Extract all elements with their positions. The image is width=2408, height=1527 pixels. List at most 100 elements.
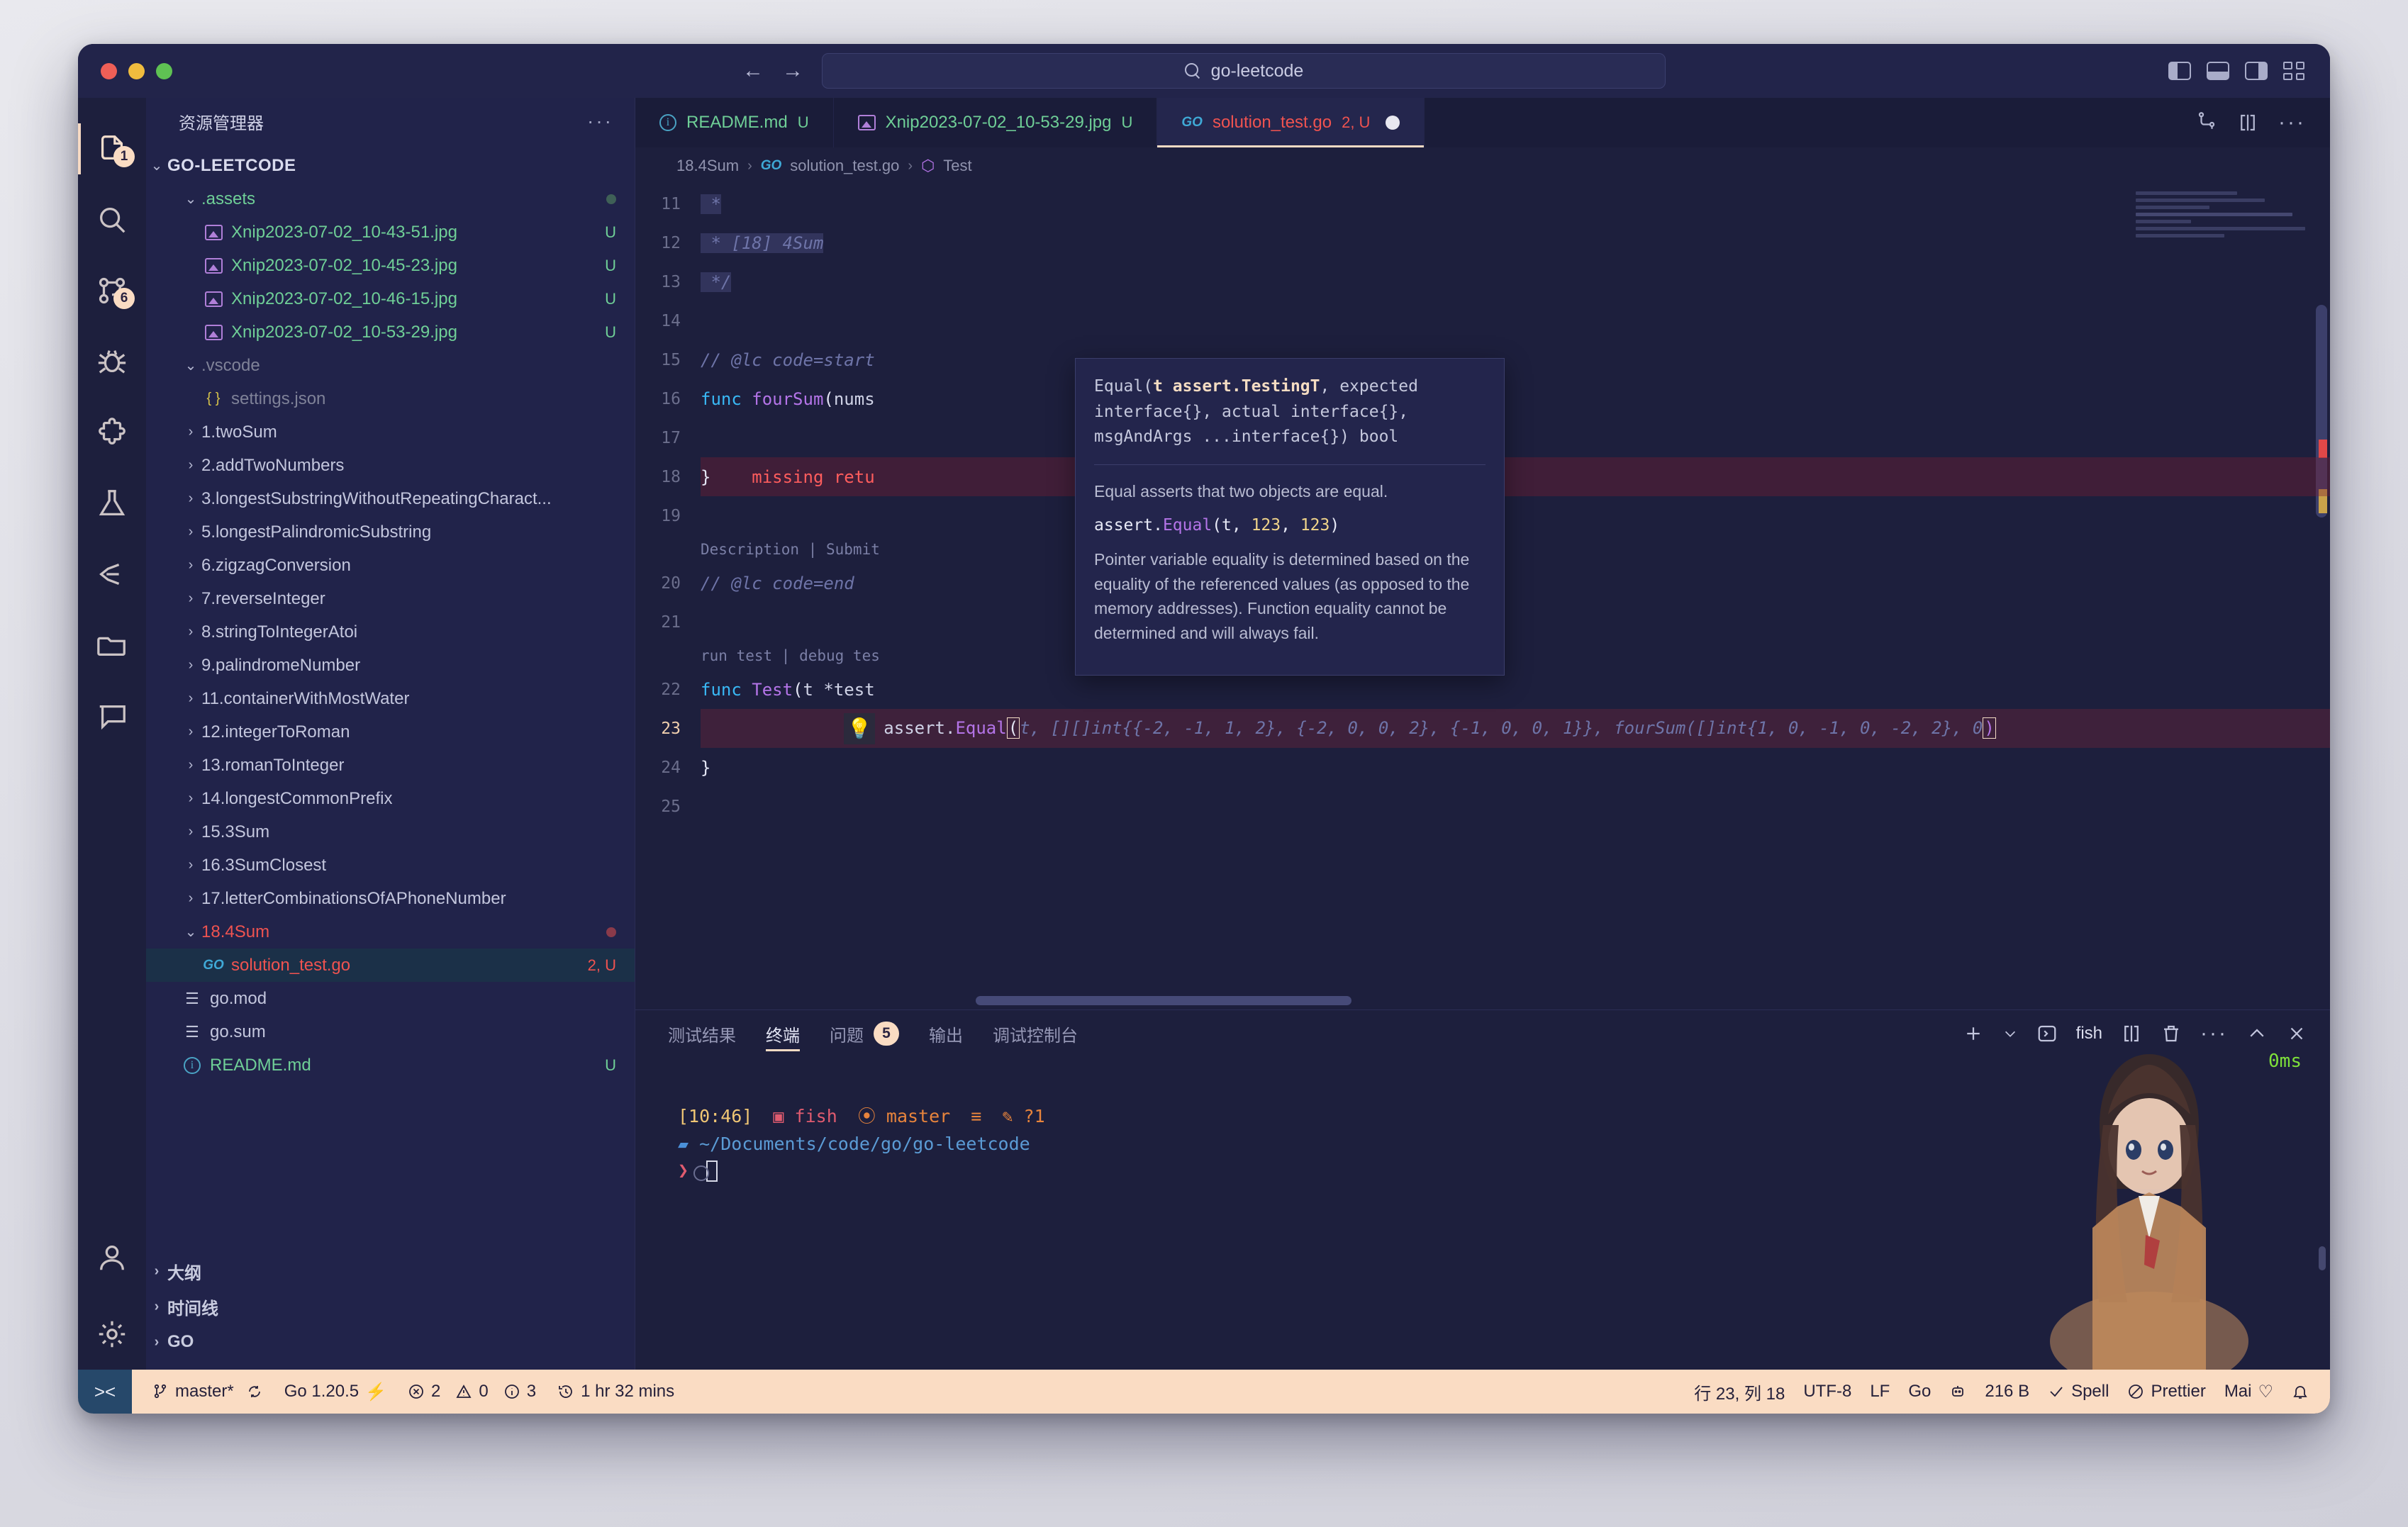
panel-tab-problems[interactable]: 问题 5: [830, 1010, 899, 1057]
tree-item[interactable]: ⌄ .assets: [146, 182, 635, 216]
tab-solution-test-go[interactable]: GO solution_test.go 2, U: [1157, 98, 1425, 147]
tree-item[interactable]: › 15.3Sum: [146, 815, 635, 849]
activity-source-control[interactable]: 6: [78, 255, 146, 326]
command-center-search[interactable]: go-leetcode: [822, 53, 1666, 89]
tree-item[interactable]: i README.md U: [146, 1048, 635, 1082]
tree-item[interactable]: ⌄ 18.4Sum: [146, 915, 635, 949]
tree-item[interactable]: Xnip2023-07-02_10-43-51.jpg U: [146, 216, 635, 249]
activity-search[interactable]: [78, 184, 146, 255]
tree-item[interactable]: GO solution_test.go 2, U: [146, 949, 635, 982]
breadcrumb-folder[interactable]: 18.4Sum: [676, 157, 739, 175]
tree-root[interactable]: ⌄ GO-LEETCODE: [146, 149, 635, 182]
explorer-more-icon[interactable]: ···: [587, 110, 613, 133]
tree-item[interactable]: Xnip2023-07-02_10-45-23.jpg U: [146, 249, 635, 282]
split-editor-icon[interactable]: [2196, 112, 2217, 133]
tree-item[interactable]: › 1.twoSum: [146, 415, 635, 449]
back-icon[interactable]: ←: [742, 59, 764, 83]
status-eol[interactable]: LF: [1870, 1382, 1890, 1402]
terminal-icon[interactable]: [2036, 1023, 2058, 1044]
toggle-panel-icon[interactable]: [2207, 62, 2229, 80]
code-lens-text[interactable]: Description | Submit: [701, 541, 880, 558]
trash-icon[interactable]: [2161, 1023, 2182, 1044]
sidebar-section-go[interactable]: › GO: [146, 1324, 635, 1360]
more-actions-icon[interactable]: ···: [2278, 111, 2306, 135]
status-go-version[interactable]: Go 1.20.5 ⚡: [284, 1382, 386, 1402]
tree-item[interactable]: › 12.integerToRoman: [146, 715, 635, 749]
chevron-up-icon[interactable]: [2246, 1023, 2268, 1044]
tree-item[interactable]: Xnip2023-07-02_10-53-29.jpg U: [146, 315, 635, 349]
sidebar-section-timeline[interactable]: › 时间线: [146, 1289, 635, 1324]
code-editor[interactable]: 11 * 12 * [18] 4Sum 13 */ 14 15 // @lc c…: [635, 184, 2330, 1009]
split-terminal-icon[interactable]: [2121, 1023, 2142, 1044]
status-language[interactable]: Go: [1908, 1382, 1931, 1402]
tree-item[interactable]: ⌄ .vscode: [146, 349, 635, 382]
terminal-output[interactable]: [10:46] ▣ fish ⦿ master ≡ ✎ ?1 ▰ ~/Docum…: [635, 1051, 2330, 1370]
status-encoding[interactable]: UTF-8: [1803, 1382, 1851, 1402]
activity-remote-explorer[interactable]: [78, 610, 146, 681]
sync-icon[interactable]: [246, 1383, 263, 1400]
tree-item[interactable]: › 11.containerWithMostWater: [146, 682, 635, 715]
tree-item[interactable]: › 13.romanToInteger: [146, 749, 635, 782]
tree-item[interactable]: › 16.3SumClosest: [146, 849, 635, 882]
tab-readme[interactable]: i README.md U: [635, 98, 834, 147]
tree-item[interactable]: › 9.palindromeNumber: [146, 649, 635, 682]
activity-extensions[interactable]: [78, 397, 146, 468]
chevron-down-icon[interactable]: [2002, 1023, 2018, 1044]
status-mai[interactable]: Mai ♡: [2224, 1382, 2273, 1402]
status-time-tracker[interactable]: 1 hr 32 mins: [557, 1382, 674, 1402]
maximize-window-button[interactable]: [156, 62, 172, 79]
panel-tab-debug-console[interactable]: 调试控制台: [993, 1010, 1078, 1057]
breadcrumb-file[interactable]: solution_test.go: [790, 157, 899, 175]
status-copilot[interactable]: [1949, 1383, 1966, 1400]
tree-item[interactable]: › 17.letterCombinationsOfAPhoneNumber: [146, 882, 635, 915]
activity-run-and-debug[interactable]: [78, 326, 146, 397]
terminal-shell-name[interactable]: fish: [2076, 1024, 2102, 1044]
status-problems[interactable]: 2 0 3: [408, 1382, 536, 1402]
minimize-window-button[interactable]: [128, 62, 145, 79]
tree-item[interactable]: › 14.longestCommonPrefix: [146, 782, 635, 815]
status-filesize[interactable]: 216 B: [1985, 1382, 2029, 1402]
sidebar-section-outline[interactable]: › 大纲: [146, 1253, 635, 1289]
breadcrumb-symbol[interactable]: Test: [943, 157, 971, 175]
tree-item[interactable]: › 8.stringToIntegerAtoi: [146, 615, 635, 649]
go-label: GO: [167, 1332, 194, 1351]
forward-icon[interactable]: →: [782, 59, 803, 83]
split-terminal-icon[interactable]: [2237, 112, 2258, 133]
status-notifications[interactable]: [2292, 1383, 2309, 1400]
panel-tab-terminal[interactable]: 终端: [766, 1010, 800, 1057]
panel-tab-test-results[interactable]: 测试结果: [668, 1010, 736, 1057]
close-icon[interactable]: [2286, 1023, 2307, 1044]
tree-item[interactable]: › 7.reverseInteger: [146, 582, 635, 615]
tree-item[interactable]: › 2.addTwoNumbers: [146, 449, 635, 482]
tree-item[interactable]: ☰ go.mod: [146, 982, 635, 1015]
tree-item[interactable]: { } settings.json: [146, 382, 635, 415]
activity-explorer[interactable]: 1: [78, 113, 146, 184]
activity-testing[interactable]: [78, 468, 146, 539]
tree-item[interactable]: ☰ go.sum: [146, 1015, 635, 1048]
activity-leetcode[interactable]: [78, 539, 146, 610]
quick-fix-lightbulb-icon[interactable]: 💡: [844, 712, 876, 744]
customize-layout-icon[interactable]: [2283, 62, 2304, 80]
tree-item[interactable]: › 6.zigzagConversion: [146, 549, 635, 582]
status-cursor-position[interactable]: 行 23, 列 18: [1694, 1380, 1785, 1404]
tab-image[interactable]: Xnip2023-07-02_10-53-29.jpg U: [833, 98, 1158, 147]
add-terminal-icon[interactable]: [1963, 1023, 1984, 1044]
activity-account[interactable]: [78, 1228, 146, 1299]
tree-item[interactable]: Xnip2023-07-02_10-46-15.jpg U: [146, 282, 635, 315]
panel-scrollbar[interactable]: [2319, 1246, 2326, 1270]
activity-chat[interactable]: [78, 681, 146, 751]
panel-tab-output[interactable]: 输出: [929, 1010, 963, 1057]
code-lens-text[interactable]: run test | debug tes: [701, 647, 880, 664]
status-prettier[interactable]: Prettier: [2127, 1382, 2206, 1402]
tree-item[interactable]: › 5.longestPalindromicSubstring: [146, 515, 635, 549]
tree-item[interactable]: › 3.longestSubstringWithoutRepeatingChara…: [146, 482, 635, 515]
remote-window-button[interactable]: ><: [78, 1370, 132, 1414]
status-spell[interactable]: Spell: [2048, 1382, 2109, 1402]
toggle-secondary-sidebar-icon[interactable]: [2245, 62, 2268, 80]
more-actions-icon[interactable]: ···: [2200, 1022, 2228, 1046]
toggle-primary-sidebar-icon[interactable]: [2168, 62, 2191, 80]
activity-settings[interactable]: [78, 1299, 146, 1370]
close-window-button[interactable]: [101, 62, 117, 79]
status-branch[interactable]: master*: [152, 1382, 263, 1402]
terminal-input-line[interactable]: ❯: [678, 1160, 2330, 1182]
